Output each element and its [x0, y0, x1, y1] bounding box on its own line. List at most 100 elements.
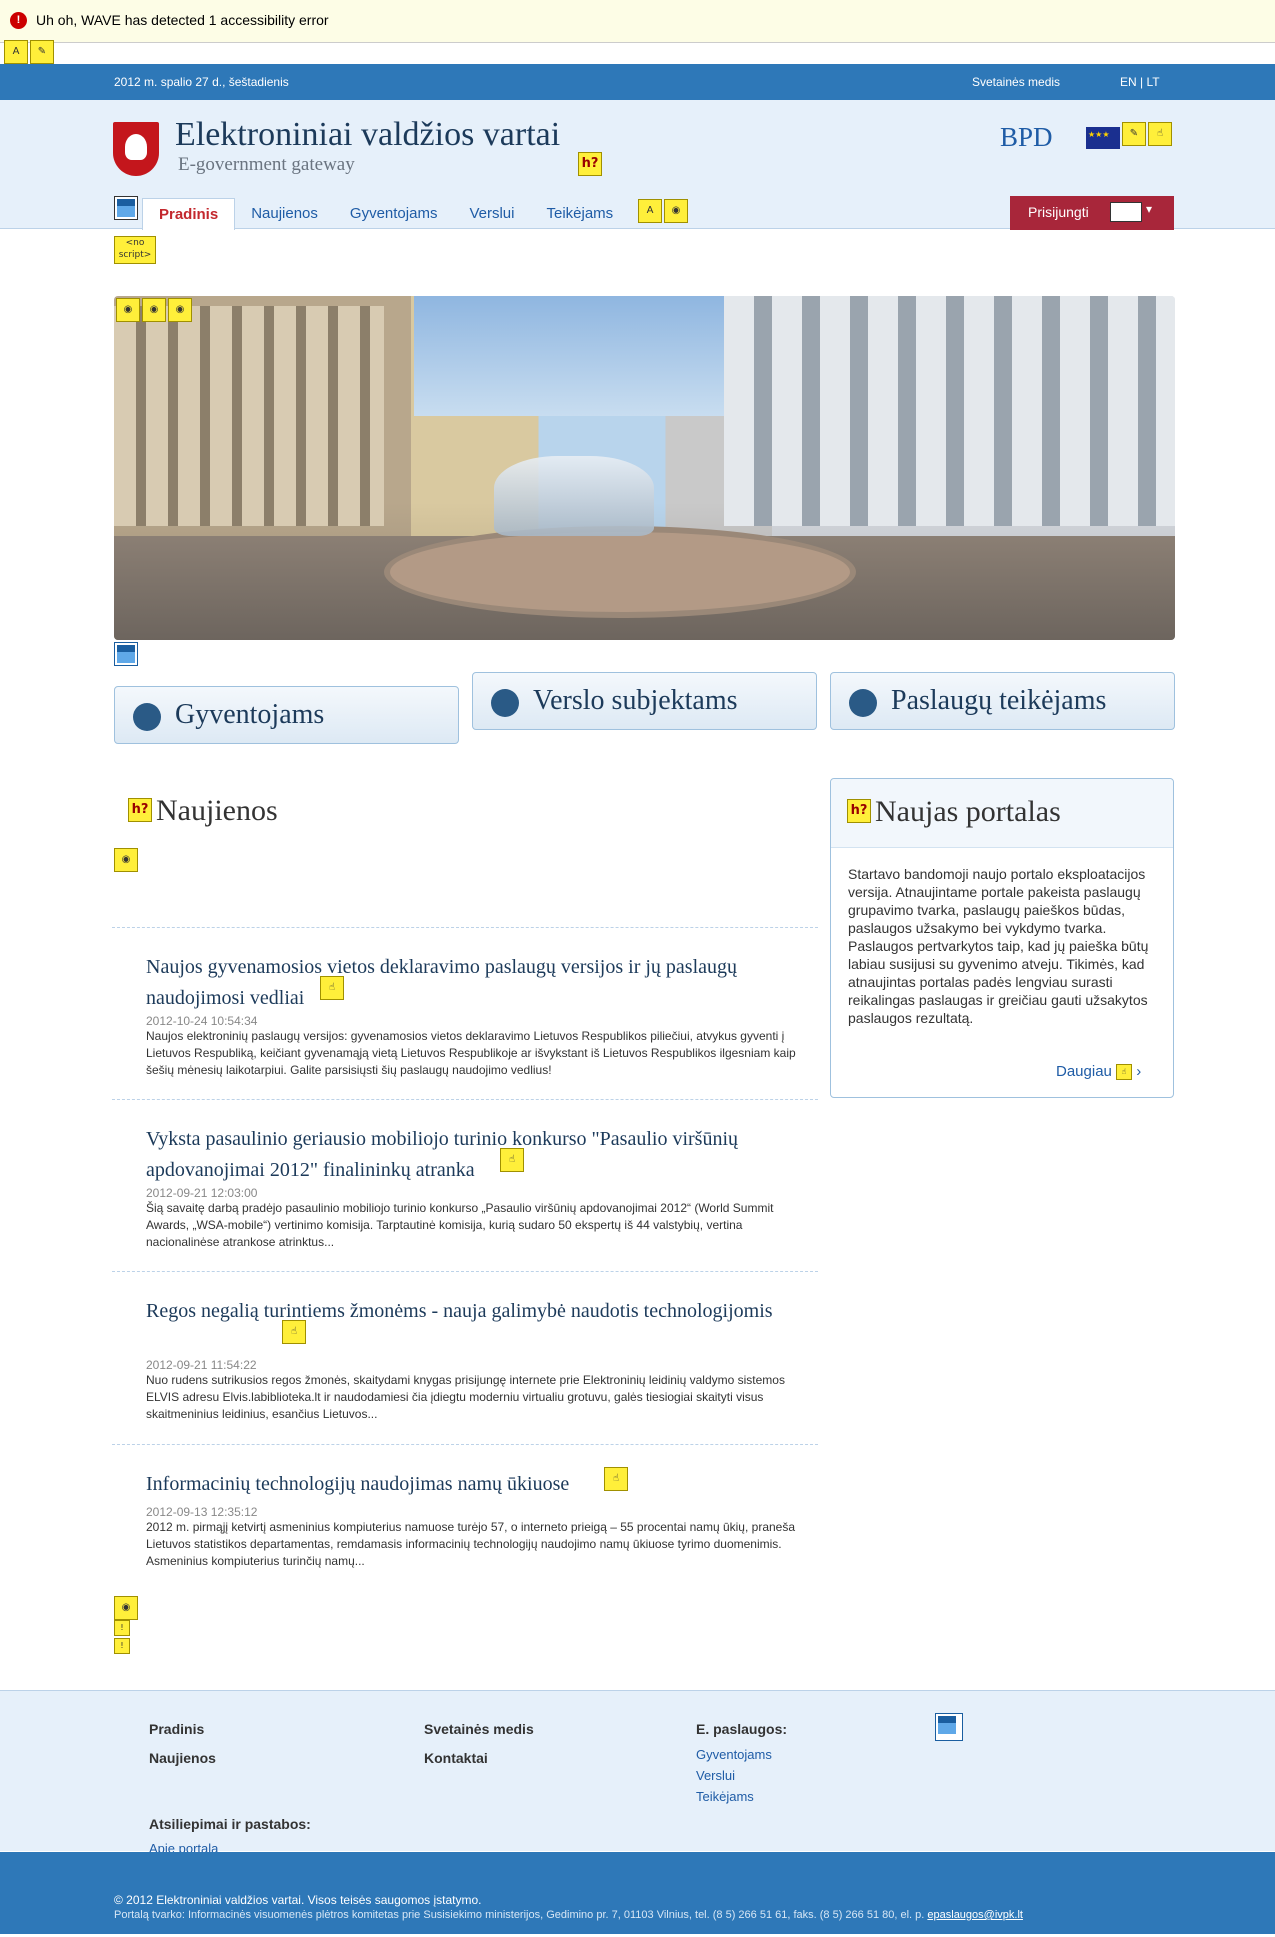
tab-gyventojams[interactable]: Gyventojams	[334, 198, 454, 228]
news-title[interactable]: Vyksta pasaulinio geriausio mobiliojo tu…	[146, 1124, 786, 1186]
category-teikeju-button[interactable]: Paslaugų teikėjams	[830, 672, 1175, 730]
wave-link-icon: ☝	[500, 1148, 524, 1172]
wave-structure-icon	[114, 642, 138, 666]
site-title[interactable]: Elektroniniai valdžios vartai	[175, 116, 560, 154]
chevron-down-icon: ▾	[1146, 202, 1153, 216]
footer-link-sitemap[interactable]: Svetainės medis	[424, 1721, 534, 1737]
coat-of-arms-logo[interactable]	[113, 122, 159, 176]
wave-eye-icon: ◉	[116, 298, 140, 322]
wave-link-icon: ☝	[320, 976, 344, 1000]
wave-alt-icon: A	[638, 199, 662, 223]
language-switch[interactable]: EN | LT	[1120, 75, 1160, 89]
site-footer: Pradinis Naujienos Svetainės medis Konta…	[0, 1690, 1275, 1856]
wave-link-icon: ☝	[1148, 122, 1172, 146]
wave-heading-icon: h?	[128, 798, 152, 822]
sidebar-header: h? Naujas portalas	[831, 779, 1173, 848]
category-label: Verslo subjektams	[533, 685, 738, 716]
news-item: Regos negalią turintiems žmonėms - nauja…	[112, 1271, 818, 1442]
list-icon	[114, 196, 138, 220]
news-item: Vyksta pasaulinio geriausio mobiliojo tu…	[112, 1099, 818, 1270]
hero-fountain	[384, 526, 856, 618]
news-body: Nuo rudens sutrikusios regos žmonės, ska…	[146, 1373, 785, 1421]
wave-toolbar: A ✎	[0, 38, 60, 64]
eu-flag-icon	[1086, 127, 1120, 149]
wave-alt-icon[interactable]: A	[4, 40, 28, 64]
hero-sky	[414, 296, 774, 416]
new-portal-box: h? Naujas portalas Startavo bandomoji na…	[830, 778, 1174, 1098]
category-label: Gyventojams	[175, 699, 325, 730]
news-title[interactable]: Informacinių technologijų naudojimas nam…	[146, 1469, 786, 1500]
maintainer-text: Portalą tvarko: Informacinės visuomenės …	[114, 1909, 1023, 1921]
hero-image: ◉ ◉ ◉	[114, 296, 1175, 640]
tab-teikejams[interactable]: Teikėjams	[530, 198, 629, 228]
news-item: Naujos gyvenamosios vietos deklaravimo p…	[112, 927, 818, 1098]
hero-building-left	[114, 306, 384, 526]
wave-alert-icon: !	[114, 1620, 130, 1636]
maintainer-info: Portalą tvarko: Informacinės visuomenės …	[114, 1909, 925, 1921]
news-title[interactable]: Naujos gyvenamosios vietos deklaravimo p…	[146, 952, 786, 1014]
news-timestamp: 2012-09-13 12:35:12	[146, 1505, 258, 1519]
wave-heading-icon: h?	[578, 152, 602, 176]
category-label: Paslaugų teikėjams	[891, 685, 1107, 716]
hero-building-right	[724, 296, 1175, 526]
people-icon	[133, 703, 161, 731]
wave-eye-icon: ◉	[114, 848, 138, 872]
news-timestamp: 2012-09-21 12:03:00	[146, 1186, 258, 1200]
site-header: Elektroniniai valdžios vartai E-governme…	[0, 100, 1275, 230]
tab-pradinis[interactable]: Pradinis	[142, 198, 236, 230]
copyright-bar: © 2012 Elektroniniai valdžios vartai. Vi…	[0, 1852, 1275, 1934]
noscript-icon: <no script>	[114, 236, 156, 264]
news-title[interactable]: Regos negalią turintiems žmonėms - nauja…	[146, 1296, 786, 1327]
login-label: Prisijungti	[1028, 204, 1089, 220]
copyright-text: © 2012 Elektroniniai valdžios vartai. Vi…	[114, 1893, 482, 1907]
wave-link-icon: ✎	[1122, 122, 1146, 146]
wave-error-bar: ! Uh oh, WAVE has detected 1 accessibili…	[0, 0, 1275, 43]
footer-link-kontaktai[interactable]: Kontaktai	[424, 1750, 488, 1766]
wave-alert-icon: !	[114, 1638, 130, 1654]
menu-icon	[1110, 202, 1142, 222]
sidebar-heading: Naujas portalas	[875, 795, 1061, 828]
news-timestamp: 2012-10-24 10:54:34	[146, 1014, 258, 1028]
main-nav: Pradinis Naujienos Gyventojams Verslui T…	[142, 198, 629, 230]
category-verslo-button[interactable]: Verslo subjektams	[472, 672, 817, 730]
wave-link-icon[interactable]: ✎	[30, 40, 54, 64]
wave-eye-icon: ◉	[142, 298, 166, 322]
login-button[interactable]: Prisijungti ▾	[1010, 196, 1174, 230]
partner-logo[interactable]: BPD	[1000, 122, 1053, 153]
wave-link-icon: ☝	[1116, 1064, 1133, 1081]
category-gyventojams-button[interactable]: Gyventojams	[114, 686, 459, 744]
eservices-heading: E. paslaugos:	[696, 1721, 788, 1737]
briefcase-icon	[491, 689, 519, 717]
contact-email-link[interactable]: epaslaugos@ivpk.lt	[927, 1909, 1023, 1921]
tab-naujienos[interactable]: Naujienos	[235, 198, 334, 228]
feedback-heading: Atsiliepimai ir pastabos:	[149, 1816, 311, 1832]
sidebar-text: Startavo bandomoji naujo portalo eksploa…	[848, 866, 1149, 1026]
wave-link-icon: ☝	[282, 1320, 306, 1344]
hero-water	[494, 456, 654, 536]
news-timestamp: 2012-09-21 11:54:22	[146, 1358, 257, 1372]
error-icon: !	[10, 12, 27, 29]
sitemap-link[interactable]: Svetainės medis	[972, 75, 1060, 89]
current-date: 2012 m. spalio 27 d., šeštadienis	[114, 75, 289, 89]
footer-link-pradinis[interactable]: Pradinis	[149, 1721, 204, 1737]
footer-link-naujienos[interactable]: Naujienos	[149, 1750, 216, 1766]
news-heading: Naujienos	[156, 794, 278, 827]
wave-link-icon: ☝	[604, 1467, 628, 1491]
wave-eye-icon: ◉	[168, 298, 192, 322]
footer-link-gyventojams[interactable]: Gyventojams	[696, 1747, 772, 1762]
news-item: Informacinių technologijų naudojimas nam…	[112, 1444, 818, 1585]
person-icon	[849, 689, 877, 717]
wave-message: Uh oh, WAVE has detected 1 accessibility…	[36, 12, 329, 28]
news-body: 2012 m. pirmąjį ketvirtį asmeninius komp…	[146, 1520, 796, 1568]
tab-verslui[interactable]: Verslui	[453, 198, 530, 228]
news-body: Šią savaitę darbą pradėjo pasaulinio mob…	[146, 1201, 774, 1249]
chevron-right-icon: ›	[1136, 1063, 1142, 1080]
more-link[interactable]: Daugiau ☝ ›	[1056, 1063, 1142, 1081]
wave-heading-icon: h?	[847, 799, 871, 823]
footer-link-teikejams[interactable]: Teikėjams	[696, 1789, 754, 1804]
wave-eye-icon: ◉	[664, 199, 688, 223]
site-subtitle: E-government gateway	[178, 154, 355, 175]
news-body: Naujos elektroninių paslaugų versijos: g…	[146, 1029, 796, 1077]
wave-eye-icon: ◉	[114, 1596, 138, 1620]
footer-link-verslui[interactable]: Verslui	[696, 1768, 735, 1783]
